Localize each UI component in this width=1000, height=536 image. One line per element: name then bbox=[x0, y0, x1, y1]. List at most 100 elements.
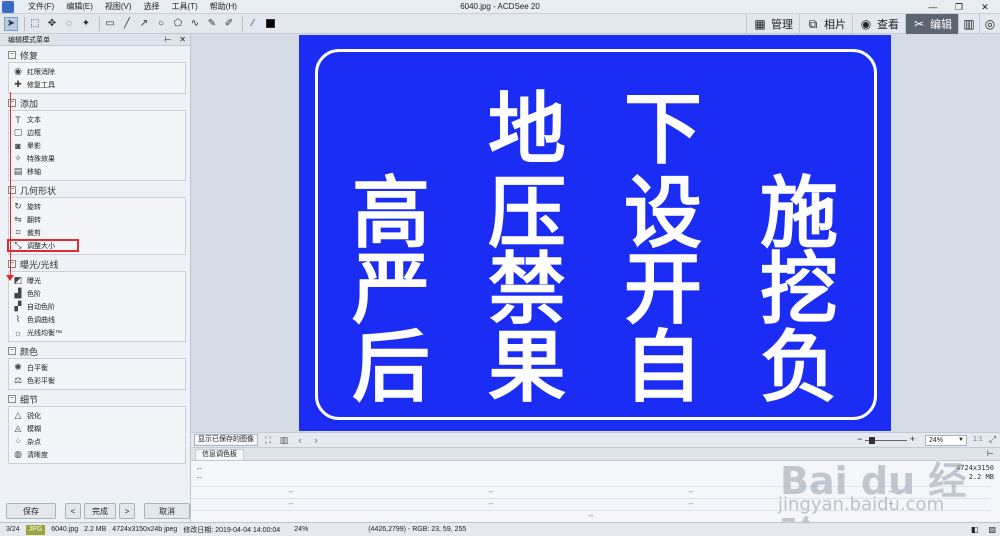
lasso-tool-icon[interactable]: ◌ bbox=[62, 17, 76, 31]
line-tool-icon[interactable]: ╱ bbox=[120, 17, 134, 31]
sharpen-icon: △ bbox=[14, 410, 22, 420]
checkerboard-icon[interactable]: ▨ bbox=[988, 525, 996, 534]
section-repair-header[interactable]: − 修复 bbox=[8, 49, 186, 61]
zoom-slider[interactable]: − + bbox=[857, 434, 915, 445]
prev-image-icon[interactable]: ‹ bbox=[294, 435, 306, 445]
menu-select[interactable]: 选择 bbox=[138, 0, 166, 14]
panel-close-icon[interactable]: ✕ bbox=[179, 34, 186, 46]
tool-auto-levels[interactable]: ▞ 自动色阶 bbox=[9, 300, 185, 313]
polygon-tool-icon[interactable]: ⬠ bbox=[171, 17, 185, 31]
tool-vignette[interactable]: ◙ 晕影 bbox=[9, 139, 185, 152]
section-exposure-header[interactable]: − 曝光/光线 bbox=[8, 258, 186, 270]
tool-repair[interactable]: ✚ 修复工具 bbox=[9, 78, 185, 91]
cancel-button[interactable]: 取消 bbox=[144, 503, 190, 519]
tool-color-balance[interactable]: ⚖ 色彩平衡 bbox=[9, 374, 185, 387]
info-value: -- bbox=[197, 475, 202, 482]
pointer-tool-icon[interactable]: ➤ bbox=[4, 16, 18, 31]
tab-info-palette[interactable]: 信息调色板 bbox=[195, 449, 244, 460]
zoom-out-icon[interactable]: − bbox=[857, 434, 862, 444]
tool-special-effects[interactable]: ✧ 特殊效果 bbox=[9, 152, 185, 165]
mode-view-tab[interactable]: ◉ 查看 bbox=[852, 14, 905, 34]
menu-edit[interactable]: 编辑(E) bbox=[60, 0, 99, 14]
tool-light-eq[interactable]: ☼ 光线均衡™ bbox=[9, 326, 185, 339]
palette-options-icon[interactable]: ⊢ bbox=[987, 449, 994, 458]
foreground-color-swatch[interactable] bbox=[263, 17, 277, 31]
status-pixel-info: (4426,2799) - RGB: 23, 59, 255 bbox=[368, 526, 467, 533]
text-color-tool-icon[interactable]: ✐ bbox=[222, 17, 236, 31]
tool-border[interactable]: ▢ 边框 bbox=[9, 126, 185, 139]
mode-365-tab[interactable]: ◎ bbox=[979, 14, 1000, 34]
fit-image-icon[interactable]: ⤢ bbox=[989, 434, 996, 445]
section-color-title: 颜色 bbox=[20, 346, 39, 357]
marquee-tool-icon[interactable]: ⬚ bbox=[28, 17, 42, 31]
prev-button[interactable]: < bbox=[65, 503, 81, 519]
next-button[interactable]: > bbox=[119, 503, 135, 519]
magic-wand-tool-icon[interactable]: ✦ bbox=[79, 17, 93, 31]
close-window-button[interactable]: ✕ bbox=[972, 0, 998, 14]
move-tool-icon[interactable]: ✥ bbox=[45, 17, 59, 31]
eyedropper-tool-icon[interactable]: ⁄ bbox=[246, 17, 260, 31]
section-color-header[interactable]: − 颜色 bbox=[8, 345, 186, 357]
compare-icon[interactable]: ◧ bbox=[971, 525, 979, 534]
tool-flip[interactable]: ⇋ 翻转 bbox=[9, 213, 185, 226]
tool-clarity[interactable]: ◍ 清晰度 bbox=[9, 448, 185, 461]
histogram-icon[interactable]: ▥ bbox=[278, 435, 290, 446]
done-button[interactable]: 完成 bbox=[84, 503, 116, 519]
section-detail-header[interactable]: − 细节 bbox=[8, 393, 186, 405]
tool-sharpen[interactable]: △ 锐化 bbox=[9, 409, 185, 422]
tool-rotate[interactable]: ↻ 旋转 bbox=[9, 200, 185, 213]
section-geometry-header[interactable]: − 几何形状 bbox=[8, 184, 186, 196]
chevron-down-icon: ▼ bbox=[958, 437, 964, 443]
window-controls: — ❐ ✕ bbox=[920, 0, 998, 14]
tool-noise[interactable]: ⁘ 杂点 bbox=[9, 435, 185, 448]
tool-exposure[interactable]: ◩ 曝光 bbox=[9, 274, 185, 287]
info-cell: -- bbox=[888, 489, 894, 496]
balance-icon: ⚖ bbox=[13, 375, 23, 385]
mode-manage-tab[interactable]: ▦ 管理 bbox=[746, 14, 799, 34]
tool-label: 移轴 bbox=[27, 168, 41, 176]
tool-levels[interactable]: ▟ 色阶 bbox=[9, 287, 185, 300]
collapse-icon: − bbox=[8, 51, 16, 59]
section-add-title: 添加 bbox=[20, 98, 39, 109]
section-add-header[interactable]: − 添加 bbox=[8, 97, 186, 109]
sign-char: 设 bbox=[623, 169, 702, 259]
section-detail: − 细节 △ 锐化 ◬ 模糊 ⁘ 杂点 ◍ 清晰度 bbox=[8, 393, 186, 464]
maximize-button[interactable]: ❐ bbox=[946, 0, 972, 14]
noise-icon: ⁘ bbox=[14, 436, 22, 446]
tool-crop[interactable]: ⌗ 裁剪 bbox=[9, 226, 185, 239]
curve-tool-icon[interactable]: ∿ bbox=[188, 17, 202, 31]
tool-blur[interactable]: ◬ 模糊 bbox=[9, 422, 185, 435]
vignette-icon: ◙ bbox=[15, 140, 21, 151]
menu-file[interactable]: 文件(F) bbox=[22, 0, 60, 14]
save-button[interactable]: 保存 bbox=[6, 503, 56, 519]
ellipse-tool-icon[interactable]: ○ bbox=[154, 17, 168, 31]
tool-red-eye-removal[interactable]: ◉ 红眼消除 bbox=[9, 65, 185, 78]
rectangle-tool-icon[interactable]: ▭ bbox=[103, 17, 117, 31]
arrow-tool-icon[interactable]: ↗ bbox=[137, 17, 151, 31]
fullscreen-icon[interactable]: ⛶ bbox=[262, 435, 274, 446]
tool-tone-curves[interactable]: ⌇ 色调曲线 bbox=[9, 313, 185, 326]
tool-tilt-shift[interactable]: ▤ 移轴 bbox=[9, 165, 185, 178]
next-image-icon[interactable]: › bbox=[310, 435, 322, 445]
menu-tools[interactable]: 工具(T) bbox=[166, 0, 204, 14]
minimize-button[interactable]: — bbox=[920, 0, 946, 14]
mode-dashboard-tab[interactable]: ▥ bbox=[958, 14, 979, 34]
mode-edit-tab[interactable]: ✂ 编辑 bbox=[905, 14, 958, 34]
mode-photos-tab[interactable]: ⧉ 相片 bbox=[799, 14, 852, 34]
show-saved-image-button[interactable]: 显示已保存的图像 bbox=[194, 434, 258, 446]
zoom-in-icon[interactable]: + bbox=[910, 434, 915, 444]
zoom-select[interactable]: 24% ▼ bbox=[925, 435, 967, 446]
actual-size-button[interactable]: 1:1 bbox=[973, 436, 983, 443]
tool-text[interactable]: T 文本 bbox=[9, 113, 185, 126]
zoom-slider-thumb[interactable] bbox=[869, 437, 875, 444]
pin-icon[interactable]: ⊢ bbox=[164, 34, 171, 46]
border-icon: ▢ bbox=[13, 127, 23, 137]
info-row: -- -- -- -- bbox=[191, 486, 991, 498]
info-value: -- bbox=[197, 466, 202, 473]
menu-help[interactable]: 帮助(H) bbox=[204, 0, 243, 14]
info-cell: -- bbox=[588, 513, 594, 520]
tool-white-balance[interactable]: ✺ 白平衡 bbox=[9, 361, 185, 374]
tool-resize[interactable]: ⤡ 调整大小 bbox=[7, 239, 79, 252]
menu-view[interactable]: 视图(V) bbox=[99, 0, 138, 14]
brush-tool-icon[interactable]: ✎ bbox=[205, 17, 219, 31]
